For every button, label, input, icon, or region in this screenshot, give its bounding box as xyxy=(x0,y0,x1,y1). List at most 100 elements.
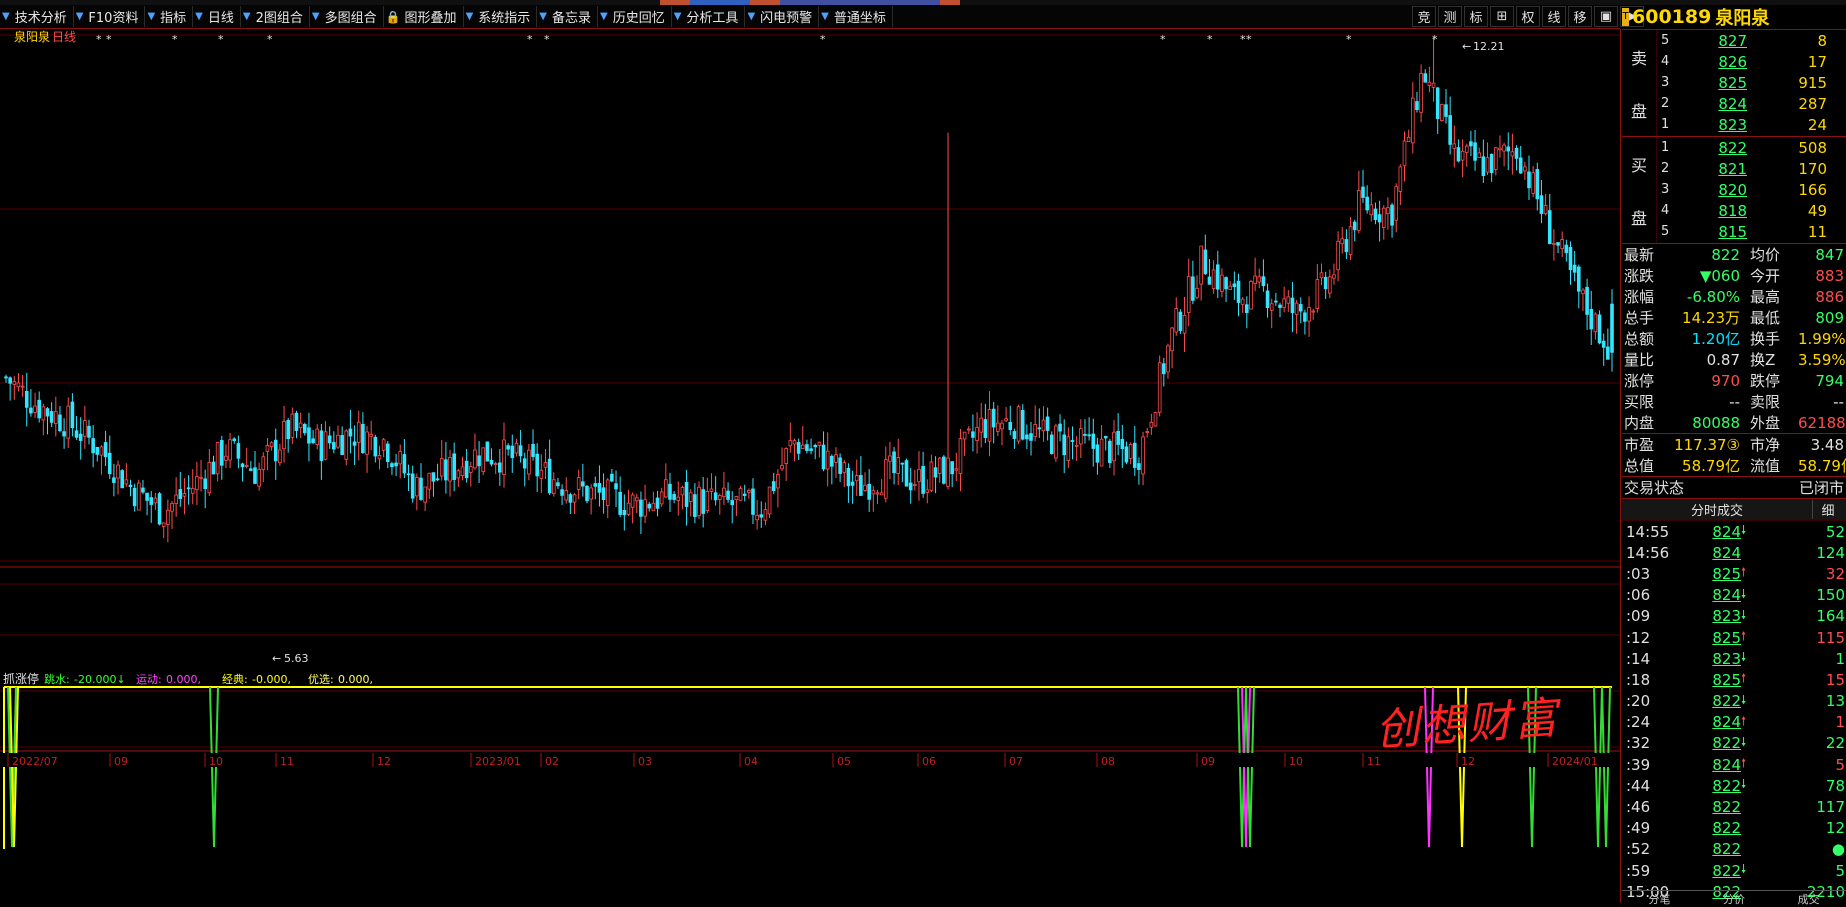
toolbar-right-button-0[interactable]: 竞 xyxy=(1412,6,1436,27)
tick-row: :20 822 🠗 13 xyxy=(1622,691,1846,712)
order-row[interactable]: 2 821 170 xyxy=(1657,158,1846,179)
candle-body xyxy=(286,420,290,440)
toolbar-item-9[interactable]: ▼ 历史回忆 xyxy=(598,6,672,27)
order-price[interactable]: 815 xyxy=(1683,223,1747,241)
candle-body xyxy=(821,444,826,470)
candle-body xyxy=(1207,276,1212,285)
candle-body xyxy=(668,483,672,500)
arrow-up-icon: 🠕 xyxy=(1741,565,1747,580)
candle-body xyxy=(1527,171,1531,189)
candle-body xyxy=(315,428,320,445)
order-row[interactable]: 1 822 508 xyxy=(1657,137,1846,158)
arrow-down-icon: 🠗 xyxy=(1741,607,1747,622)
candle-body xyxy=(850,481,855,486)
candle-body xyxy=(1128,444,1133,459)
arrow-down-icon: 🠗 xyxy=(1741,650,1747,665)
toolbar-right-button-5[interactable]: 线 xyxy=(1542,6,1566,27)
chart-svg[interactable]: * * * * * * * * * * * * * * 2022/07 09 10 11 12 2023/01 02 0… xyxy=(0,29,1620,903)
toolbar-right-button-4[interactable]: 权 xyxy=(1516,6,1540,27)
order-row[interactable]: 5 827 8 xyxy=(1657,30,1846,51)
order-price[interactable]: 821 xyxy=(1683,160,1747,178)
toolbar-right-button-2[interactable]: 标 xyxy=(1464,6,1488,27)
order-price[interactable]: 824 xyxy=(1683,95,1747,113)
candle-body xyxy=(70,401,75,429)
toolbar-item-label: 2图组合 xyxy=(255,11,303,26)
toolbar-right-button-6[interactable]: 移 xyxy=(1568,6,1592,27)
tick-time: :59 xyxy=(1626,861,1651,880)
order-level: 2 xyxy=(1661,161,1670,176)
order-volume: 170 xyxy=(1798,159,1827,178)
candle-body xyxy=(1398,166,1403,192)
candle-body xyxy=(120,470,124,489)
quote-value: 0.87 xyxy=(1706,350,1740,369)
tick-time: :24 xyxy=(1626,713,1651,732)
quote-value: -- xyxy=(1729,392,1740,411)
quote-row: 最新 822 均价 847 xyxy=(1622,244,1846,265)
toolbar-item-0[interactable]: ▼ 技术分析 xyxy=(0,6,74,27)
quote-row: 总额 1.20亿 换手 1.99% xyxy=(1622,328,1846,349)
candle-body xyxy=(1336,240,1340,271)
toolbar-item-label: 指标 xyxy=(160,11,187,26)
candle-body xyxy=(639,499,643,517)
candle-body xyxy=(16,382,21,388)
order-price[interactable]: 823 xyxy=(1683,116,1747,134)
tick-time: 14:56 xyxy=(1626,543,1670,562)
candle-body xyxy=(651,502,656,512)
order-row[interactable]: 5 815 11 xyxy=(1657,221,1846,242)
toolbar-item-6[interactable]: 🔒 图形叠加 xyxy=(384,6,464,27)
quote-key: 市净 xyxy=(1750,436,1781,454)
date-label: 03 xyxy=(638,755,652,768)
toolbar-right-button-3[interactable]: ⊞ xyxy=(1490,6,1514,27)
order-row[interactable]: 4 826 17 xyxy=(1657,51,1846,72)
toolbar-right-button-1[interactable]: 测 xyxy=(1438,6,1462,27)
candle-body xyxy=(249,468,253,471)
ticks-header[interactable]: 分时成交 细 xyxy=(1622,499,1846,521)
indicator-value: 0.000, xyxy=(166,673,201,686)
order-price[interactable]: 822 xyxy=(1683,139,1747,157)
order-row[interactable]: 2 824 287 xyxy=(1657,93,1846,114)
candle-body xyxy=(1149,421,1154,428)
order-row[interactable]: 3 825 915 xyxy=(1657,72,1846,93)
order-row[interactable]: 4 818 49 xyxy=(1657,200,1846,221)
candle-body xyxy=(522,458,527,469)
bottom-tab-1[interactable]: 分价 xyxy=(1696,890,1772,906)
toolbar-item-5[interactable]: ▼ 多图组合 xyxy=(310,6,384,27)
candle-body xyxy=(929,461,934,491)
candle-body xyxy=(1606,346,1610,360)
candle-body xyxy=(29,407,33,414)
toolbar-item-7[interactable]: ▼ 系统指示 xyxy=(464,6,538,27)
toolbar-item-1[interactable]: ▼ F10资料 xyxy=(74,6,146,27)
candle-body xyxy=(933,467,938,478)
candle-body xyxy=(531,444,535,457)
toolbar-right-button-7[interactable]: ▣ xyxy=(1594,6,1618,27)
order-price[interactable]: 827 xyxy=(1683,32,1747,50)
candle-body xyxy=(688,492,693,502)
candle-body xyxy=(1386,207,1390,215)
signal-mark-icon: * xyxy=(267,33,273,46)
candle-body xyxy=(1249,281,1253,310)
order-price[interactable]: 820 xyxy=(1683,181,1747,199)
toolbar-item-label: 技术分析 xyxy=(14,11,67,26)
candle-body xyxy=(1502,144,1506,152)
toolbar-item-8[interactable]: ▼ 备忘录 xyxy=(537,6,598,27)
order-row[interactable]: 1 823 24 xyxy=(1657,114,1846,135)
quote-key: 最低 xyxy=(1750,309,1781,327)
order-price[interactable]: 825 xyxy=(1683,74,1747,92)
order-price[interactable]: 818 xyxy=(1683,202,1747,220)
toolbar-item-10[interactable]: ▼ 分析工具 xyxy=(672,6,746,27)
ticks-detail-button[interactable]: 细 xyxy=(1812,500,1843,519)
toolbar-item-4[interactable]: ▼ 2图组合 xyxy=(241,6,310,27)
bottom-tab-0[interactable]: 分笔 xyxy=(1622,890,1697,906)
toolbar-item-2[interactable]: ▼ 指标 xyxy=(145,6,194,27)
toolbar-item-3[interactable]: ▼ 日线 xyxy=(193,6,241,27)
kline-chart[interactable]: * * * * * * * * * * * * * * 2022/07 09 10 11 12 2023/01 02 0… xyxy=(0,29,1621,903)
tick-price: 825 xyxy=(1712,670,1741,689)
toolbar-item-11[interactable]: ▼ 闪电预警 xyxy=(745,6,820,27)
order-row[interactable]: 3 820 166 xyxy=(1657,179,1846,200)
toolbar-item-12[interactable]: ▼ 普通坐标 xyxy=(819,6,893,27)
bottom-tab-2[interactable]: 成交 xyxy=(1771,890,1846,906)
order-price[interactable]: 826 xyxy=(1683,53,1747,71)
candle-body xyxy=(211,461,216,475)
date-label: 2022/07 xyxy=(12,755,58,768)
candle-body xyxy=(942,456,946,484)
